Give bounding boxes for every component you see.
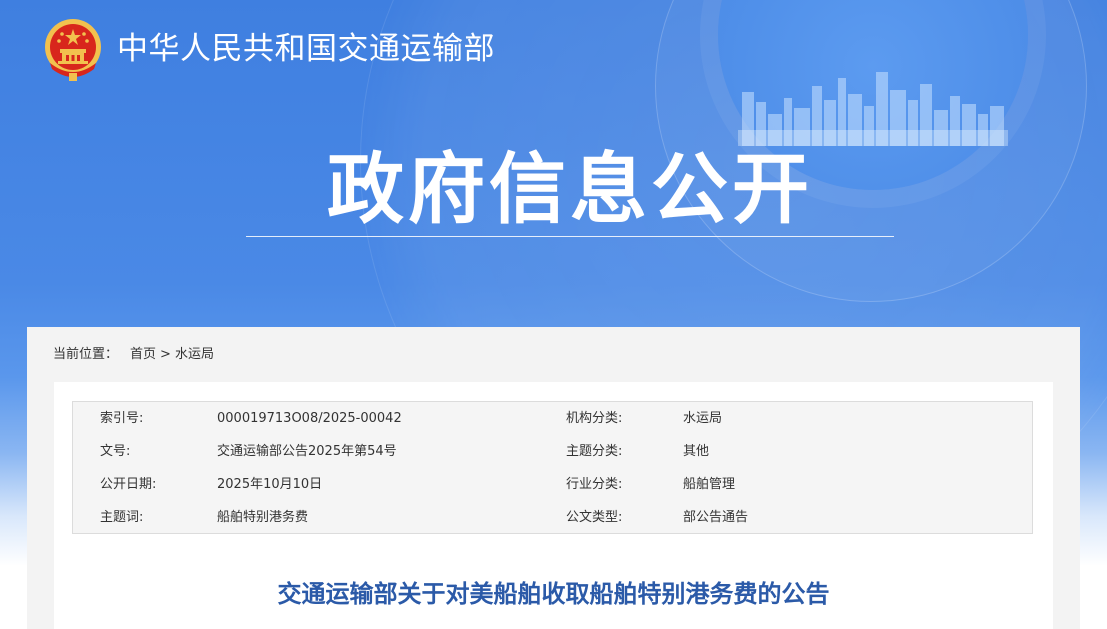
meta-value-doc-type: 部公告通告 — [683, 510, 749, 525]
meta-label-keywords: 主题词: — [100, 510, 144, 525]
meta-value-industry: 船舶管理 — [683, 477, 736, 492]
city-skyline-icon — [738, 72, 1008, 146]
meta-label-index: 索引号: — [100, 411, 144, 426]
meta-label-topic: 主题分类: — [566, 444, 623, 459]
meta-value-keywords: 船舶特别港务费 — [217, 510, 309, 525]
section-title: 政府信息公开 — [327, 146, 813, 235]
metadata-table: 索引号: 000019713O08/2025-00042 机构分类: 水运局 文… — [72, 401, 1033, 534]
main-panel: 当前位置： 首页 > 水运局 索引号: 000019713O08/2025-00042… — [27, 327, 1080, 629]
breadcrumb: 当前位置： 首页 > 水运局 — [53, 346, 214, 364]
meta-value-topic: 其他 — [683, 444, 710, 459]
meta-label-doc-type: 公文类型: — [566, 510, 623, 525]
breadcrumb-item-home[interactable]: 首页 — [130, 347, 156, 362]
meta-label-industry: 行业分类: — [566, 477, 623, 492]
site-name[interactable]: 中华人民共和国交通运输部 — [117, 29, 495, 69]
meta-value-index: 000019713O08/2025-00042 — [217, 411, 402, 426]
meta-value-publish-date: 2025年10月10日 — [217, 477, 323, 492]
article-content: 索引号: 000019713O08/2025-00042 机构分类: 水运局 文… — [54, 382, 1053, 629]
national-emblem-icon — [45, 19, 101, 81]
breadcrumb-item-water-transport[interactable]: 水运局 — [175, 347, 214, 362]
breadcrumb-label: 当前位置： — [53, 347, 119, 362]
breadcrumb-separator: > — [160, 347, 171, 362]
title-divider — [246, 236, 894, 237]
meta-value-organization: 水运局 — [683, 411, 723, 426]
meta-label-doc-number: 文号: — [100, 444, 131, 459]
meta-value-doc-number: 交通运输部公告2025年第54号 — [217, 444, 397, 459]
document-title: 交通运输部关于对美船舶收取船舶特别港务费的公告 — [277, 580, 830, 608]
meta-label-organization: 机构分类: — [566, 411, 623, 426]
meta-label-publish-date: 公开日期: — [100, 477, 157, 492]
